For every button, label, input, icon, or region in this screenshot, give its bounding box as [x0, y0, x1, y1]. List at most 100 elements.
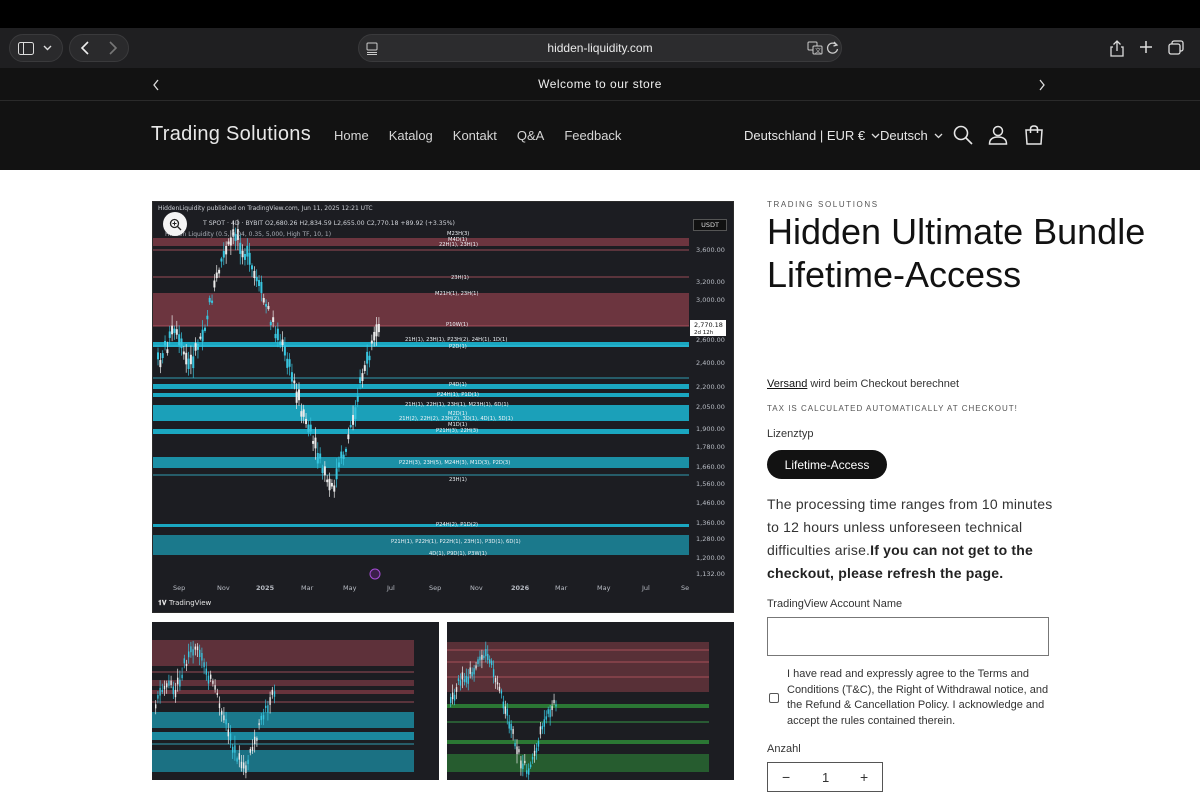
x-axis-tick: Jul [386, 584, 395, 592]
account-icon[interactable] [987, 124, 1009, 146]
candle [269, 697, 271, 705]
sidebar-icon[interactable] [18, 41, 34, 55]
candle [451, 692, 454, 700]
candle [183, 658, 185, 664]
product-vendor: TRADING SOLUTIONS [767, 200, 879, 209]
shipping-note: Versand wird beim Checkout berechnet [767, 378, 959, 390]
quantity-value[interactable]: 1 [822, 770, 829, 785]
candle [326, 479, 329, 483]
y-axis-tick: 1,360.00 [696, 519, 725, 527]
candle [305, 418, 308, 425]
candle [496, 682, 499, 685]
x-axis-tick: 2026 [511, 584, 530, 592]
candle [188, 651, 190, 658]
forward-icon[interactable] [108, 41, 118, 55]
nav-kontakt[interactable]: Kontakt [453, 128, 497, 143]
announcement-prev-icon[interactable] [152, 78, 160, 96]
reload-icon[interactable] [826, 41, 839, 55]
zone-label: 23H(1) [449, 477, 467, 483]
page-menu-icon[interactable] [366, 42, 378, 55]
candle [221, 710, 223, 715]
candle [196, 646, 199, 651]
nav-home[interactable]: Home [334, 128, 369, 143]
candle [526, 770, 528, 774]
tradingview-account-input[interactable] [767, 617, 1049, 656]
candle [171, 325, 174, 335]
liquidity-zone [153, 384, 689, 389]
nav-qa[interactable]: Q&A [517, 128, 544, 143]
candle [483, 655, 485, 659]
sidebar-toggle-group[interactable] [9, 34, 63, 62]
candle [335, 468, 338, 480]
zoom-button[interactable] [163, 212, 187, 236]
address-bar[interactable]: hidden-liquidity.com 文 [358, 34, 842, 62]
candle [260, 282, 263, 293]
candle [504, 706, 506, 714]
candle [159, 687, 161, 696]
chart-symbol-line: T SPOT · 4D · BYBIT O2,680.26 H2,834.59 … [203, 220, 455, 227]
product-main-image[interactable]: 3,600.00 3,200.00 3,000.00 2,600.00 2,400.00… [152, 201, 734, 613]
candle [471, 672, 473, 677]
share-icon[interactable] [1110, 40, 1124, 57]
candle [502, 701, 505, 709]
candle [465, 675, 467, 683]
product-thumbnail-2[interactable] [447, 622, 734, 780]
candle [485, 649, 487, 657]
candle [215, 272, 218, 279]
candle [506, 708, 508, 716]
candle [349, 425, 352, 428]
candle [459, 680, 462, 686]
nav-feedback[interactable]: Feedback [564, 128, 621, 143]
candle [245, 765, 247, 774]
candle [508, 721, 510, 729]
candle [537, 740, 540, 747]
x-axis-tick: May [343, 584, 357, 592]
candle [302, 409, 305, 417]
quantity-decrease-button[interactable]: − [782, 769, 790, 785]
back-icon[interactable] [80, 41, 90, 55]
candle [535, 747, 538, 753]
search-icon[interactable] [952, 124, 974, 146]
zone-label: M21H(1), 23H(1) [435, 291, 478, 297]
product-thumbnail-1[interactable] [152, 622, 439, 780]
candle [267, 306, 270, 310]
country-selector[interactable]: Deutschland | EUR € [744, 128, 880, 143]
candle [157, 695, 159, 699]
candle [201, 329, 204, 342]
candle [234, 745, 236, 753]
candle [175, 329, 178, 335]
candle [373, 331, 376, 341]
y-axis-tick: 1,780.00 [696, 443, 725, 451]
candle [368, 355, 371, 361]
quantity-stepper[interactable]: − 1 + [767, 762, 883, 792]
candle [168, 680, 170, 686]
nav-buttons-group [69, 34, 129, 62]
terms-checkbox[interactable] [769, 693, 779, 703]
cart-icon[interactable] [1023, 124, 1045, 146]
candle [254, 736, 256, 745]
candle [189, 354, 192, 365]
nav-katalog[interactable]: Katalog [389, 128, 433, 143]
license-option-lifetime[interactable]: Lifetime-Access [767, 450, 887, 479]
candle [262, 715, 265, 720]
new-tab-icon[interactable] [1139, 40, 1153, 54]
tabs-overview-icon[interactable] [1168, 40, 1184, 55]
candle [205, 668, 207, 675]
quantity-increase-button[interactable]: + [860, 769, 868, 785]
announcement-next-icon[interactable] [1038, 78, 1046, 96]
chevron-down-icon[interactable] [43, 45, 52, 51]
candle [533, 750, 536, 756]
candle [510, 723, 512, 731]
candle [211, 300, 214, 303]
language-selector[interactable]: Deutsch [880, 128, 943, 143]
zone-label: P2D(1) [449, 344, 467, 350]
candle [520, 760, 522, 769]
candle [549, 709, 551, 718]
candle [295, 391, 298, 403]
candle [258, 723, 260, 726]
shipping-link[interactable]: Versand [767, 378, 807, 390]
store-logo[interactable]: Trading Solutions [151, 123, 311, 146]
svg-text:文: 文 [815, 47, 821, 55]
translate-icon[interactable]: 文 [807, 41, 823, 55]
y-axis-tick: 3,200.00 [696, 278, 725, 286]
